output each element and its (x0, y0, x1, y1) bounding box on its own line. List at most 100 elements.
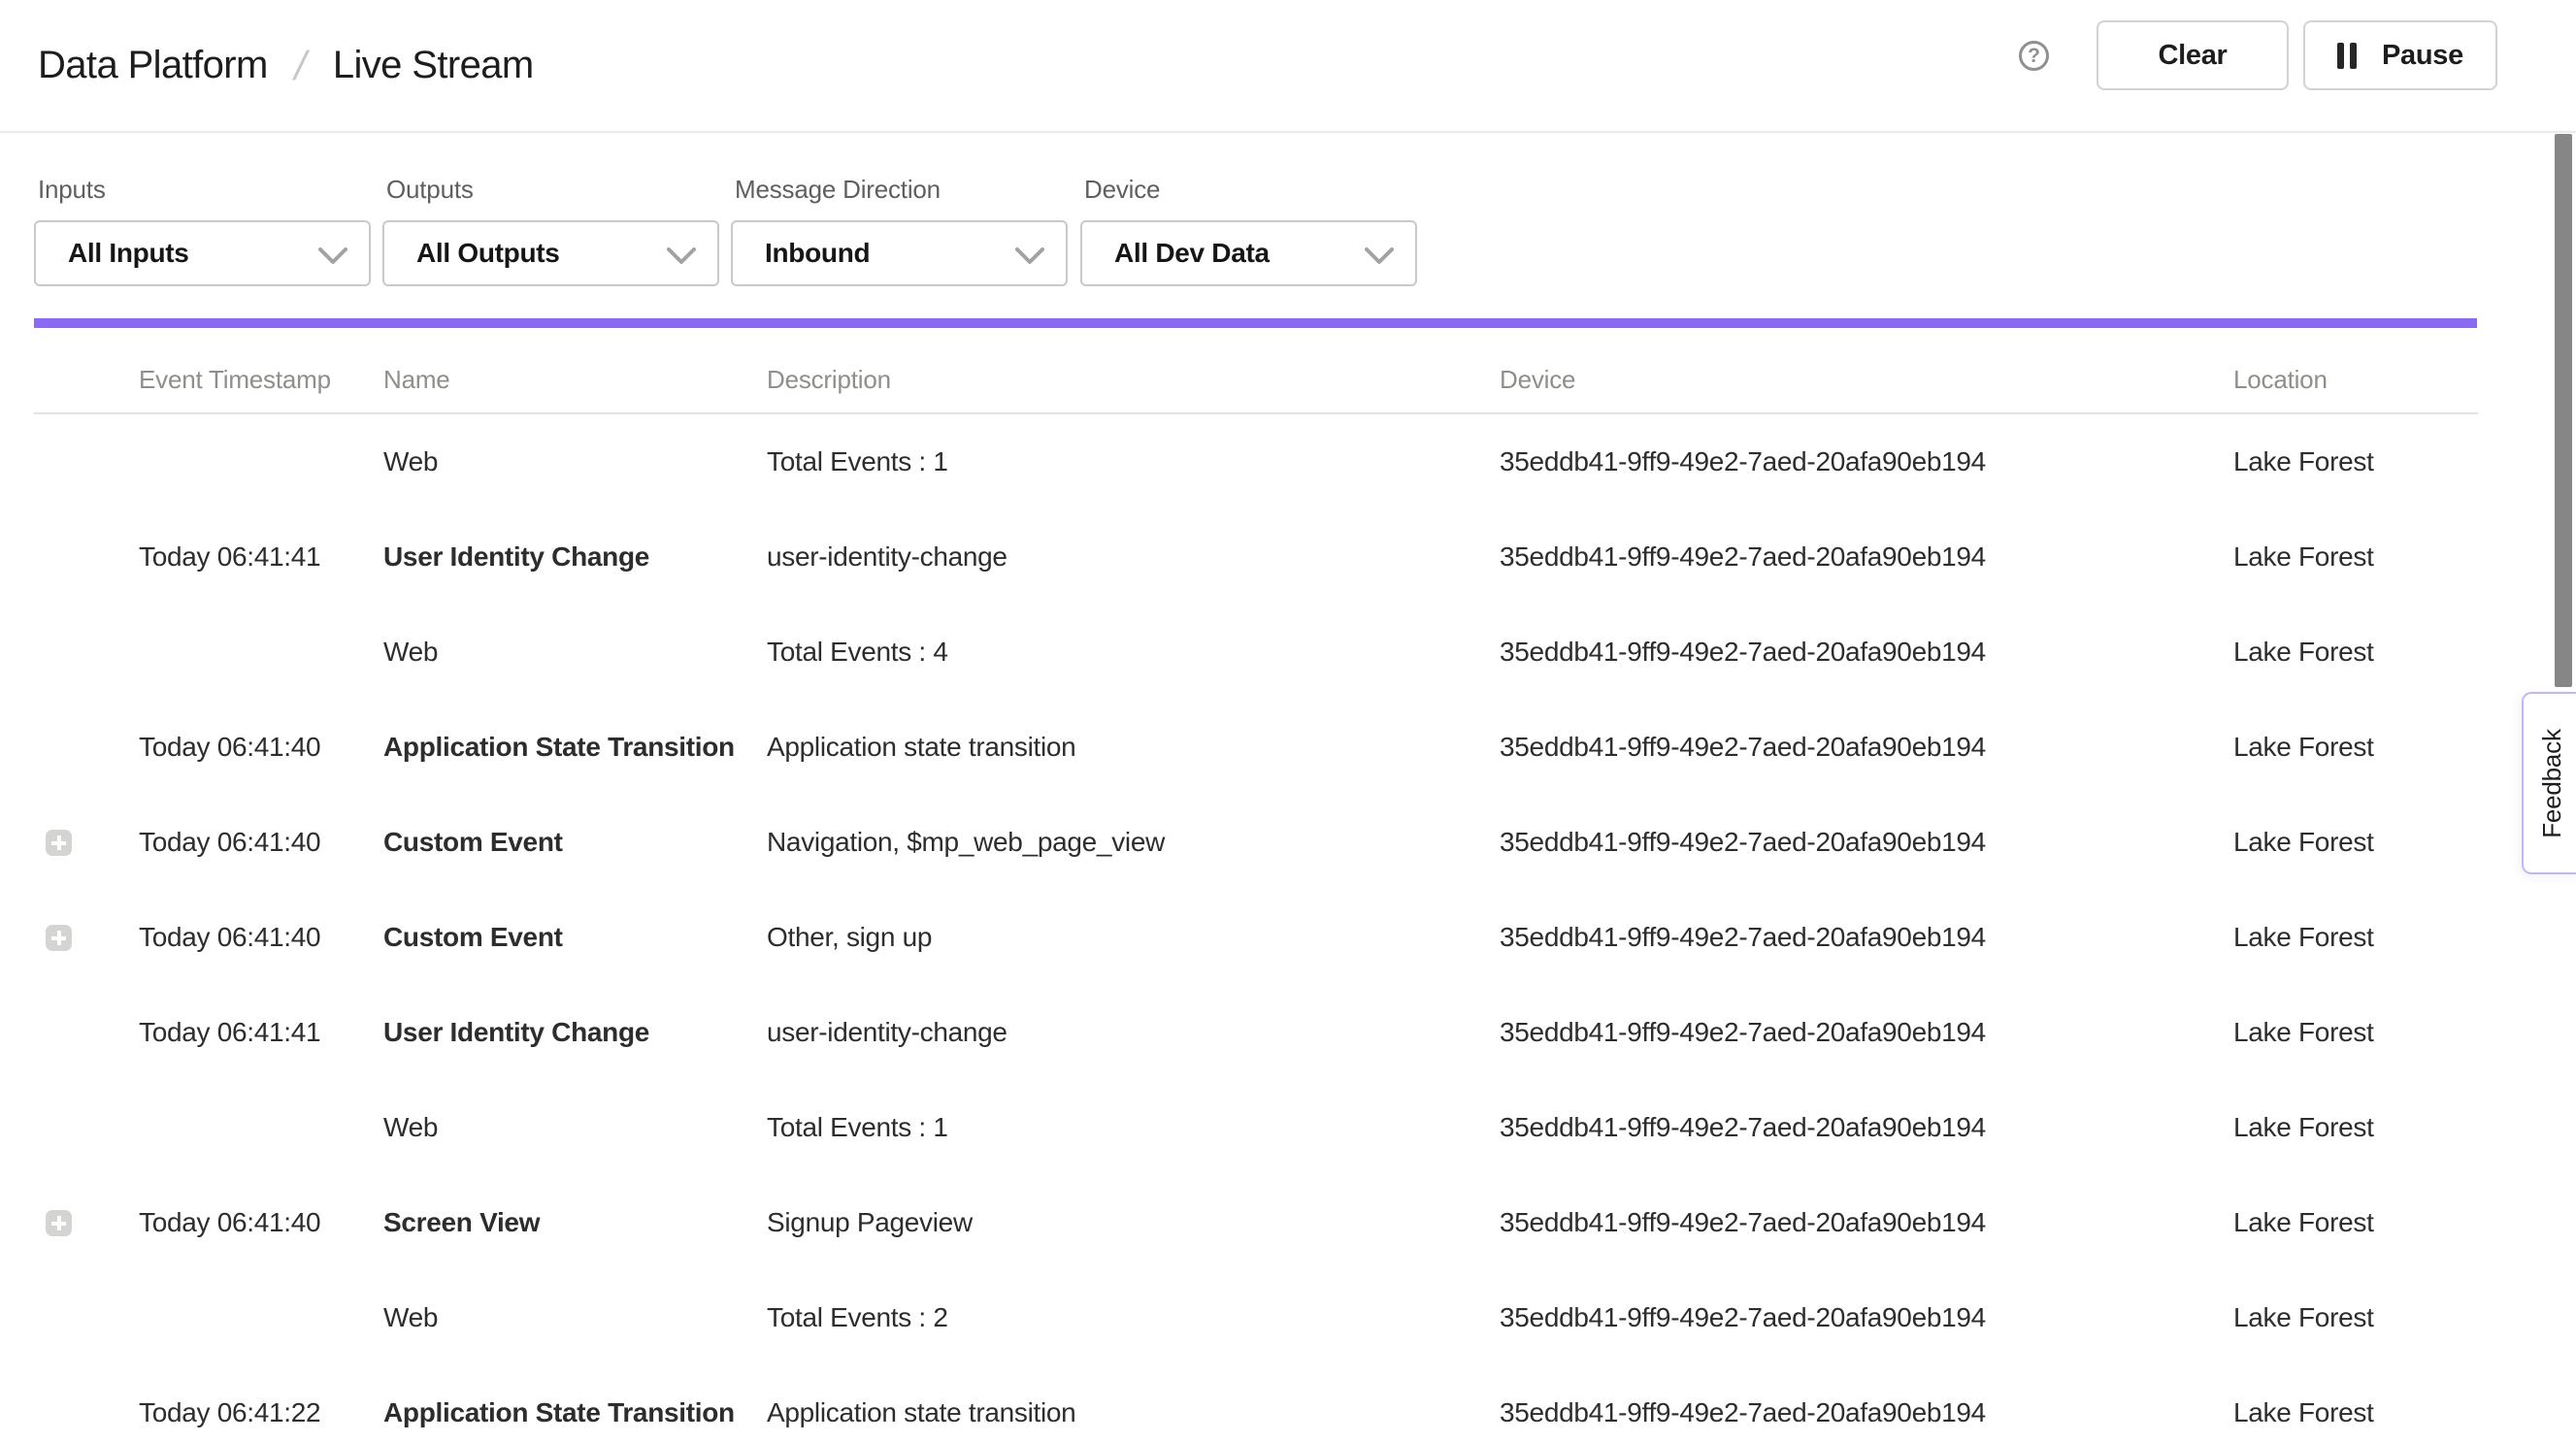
clear-button-label: Clear (2158, 40, 2227, 72)
message-direction-dropdown-value: Inbound (765, 238, 870, 269)
row-description: Total Events : 1 (767, 1080, 948, 1175)
col-header-location: Location (2233, 365, 2328, 395)
row-name: User Identity Change (383, 985, 649, 1080)
row-device: 35eddb41-9ff9-49e2-7aed-20afa90eb194 (1500, 414, 1986, 509)
breadcrumb-section[interactable]: Data Platform (38, 44, 268, 87)
table-row[interactable]: Web Total Events : 1 35eddb41-9ff9-49e2-… (0, 1080, 2481, 1175)
expand-row-button[interactable] (46, 1210, 72, 1236)
breadcrumb-separator: / (290, 43, 311, 89)
inputs-dropdown[interactable]: All Inputs (34, 220, 371, 286)
table-row[interactable]: Web Total Events : 1 35eddb41-9ff9-49e2-… (0, 414, 2481, 509)
row-device: 35eddb41-9ff9-49e2-7aed-20afa90eb194 (1500, 1270, 1986, 1365)
table-row[interactable]: Today 06:41:40 Custom Event Other, sign … (0, 890, 2481, 985)
feedback-tab-label: Feedback (2537, 729, 2567, 838)
row-location: Lake Forest (2233, 890, 2374, 985)
row-device: 35eddb41-9ff9-49e2-7aed-20afa90eb194 (1500, 1175, 1986, 1270)
help-icon-glyph: ? (2028, 45, 2040, 68)
device-dropdown-value: All Dev Data (1114, 238, 1270, 269)
inputs-dropdown-value: All Inputs (68, 238, 189, 269)
row-location: Lake Forest (2233, 509, 2374, 605)
message-direction-dropdown[interactable]: Inbound (731, 220, 1068, 286)
col-header-description: Description (767, 365, 891, 395)
row-device: 35eddb41-9ff9-49e2-7aed-20afa90eb194 (1500, 1365, 1986, 1442)
row-name: Custom Event (383, 890, 563, 985)
expand-row-button[interactable] (46, 830, 72, 856)
chevron-down-icon (667, 247, 696, 265)
row-name: Web (383, 414, 438, 509)
row-timestamp: Today 06:41:40 (139, 890, 320, 985)
pause-button[interactable]: Pause (2303, 20, 2497, 90)
row-description: Total Events : 4 (767, 605, 948, 700)
row-location: Lake Forest (2233, 605, 2374, 700)
stream-accent-bar (34, 318, 2477, 328)
row-device: 35eddb41-9ff9-49e2-7aed-20afa90eb194 (1500, 1080, 1986, 1175)
row-location: Lake Forest (2233, 1080, 2374, 1175)
row-name: Custom Event (383, 795, 563, 890)
row-device: 35eddb41-9ff9-49e2-7aed-20afa90eb194 (1500, 605, 1986, 700)
table-row[interactable]: Today 06:41:40 Screen View Signup Pagevi… (0, 1175, 2481, 1270)
pause-icon (2337, 43, 2357, 69)
filter-device-label: Device (1084, 175, 1160, 205)
row-location: Lake Forest (2233, 700, 2374, 795)
outputs-dropdown[interactable]: All Outputs (382, 220, 719, 286)
event-stream-table: Web Total Events : 1 35eddb41-9ff9-49e2-… (0, 414, 2576, 1442)
col-header-event-timestamp: Event Timestamp (139, 365, 331, 395)
device-dropdown[interactable]: All Dev Data (1080, 220, 1417, 286)
row-description: Application state transition (767, 1365, 1075, 1442)
row-timestamp: Today 06:41:41 (139, 509, 320, 605)
row-device: 35eddb41-9ff9-49e2-7aed-20afa90eb194 (1500, 700, 1986, 795)
row-timestamp: Today 06:41:40 (139, 1175, 320, 1270)
row-description: Signup Pageview (767, 1175, 973, 1270)
row-timestamp: Today 06:41:22 (139, 1365, 320, 1442)
table-row[interactable]: Today 06:41:41 User Identity Change user… (0, 985, 2481, 1080)
feedback-tab[interactable]: Feedback (2522, 692, 2576, 874)
row-timestamp: Today 06:41:41 (139, 985, 320, 1080)
row-name: Application State Transition (383, 1365, 735, 1442)
row-name: Application State Transition (383, 700, 735, 795)
table-row[interactable]: Today 06:41:41 User Identity Change user… (0, 509, 2481, 605)
row-name: User Identity Change (383, 509, 649, 605)
row-device: 35eddb41-9ff9-49e2-7aed-20afa90eb194 (1500, 509, 1986, 605)
row-location: Lake Forest (2233, 985, 2374, 1080)
row-location: Lake Forest (2233, 1175, 2374, 1270)
table-row[interactable]: Today 06:41:40 Application State Transit… (0, 700, 2481, 795)
row-description: user-identity-change (767, 985, 1007, 1080)
row-description: Application state transition (767, 700, 1075, 795)
filter-inputs: Inputs All Inputs (38, 175, 106, 205)
table-row[interactable]: Web Total Events : 2 35eddb41-9ff9-49e2-… (0, 1270, 2481, 1365)
expand-row-button[interactable] (46, 925, 72, 951)
vertical-scrollbar[interactable] (2555, 134, 2572, 687)
clear-button[interactable]: Clear (2097, 20, 2289, 90)
row-description: user-identity-change (767, 509, 1007, 605)
breadcrumb: Data Platform / Live Stream (38, 0, 534, 131)
filter-device: Device All Dev Data (1084, 175, 1160, 205)
row-device: 35eddb41-9ff9-49e2-7aed-20afa90eb194 (1500, 890, 1986, 985)
row-timestamp: Today 06:41:40 (139, 700, 320, 795)
filter-message-direction-label: Message Direction (735, 175, 941, 205)
table-header: Event Timestamp Name Description Device … (0, 365, 2576, 413)
filter-outputs: Outputs All Outputs (386, 175, 474, 205)
row-name: Web (383, 1080, 438, 1175)
table-row[interactable]: Web Total Events : 4 35eddb41-9ff9-49e2-… (0, 605, 2481, 700)
page-header: Data Platform / Live Stream ? Clear Paus… (0, 0, 2576, 133)
outputs-dropdown-value: All Outputs (416, 238, 560, 269)
row-location: Lake Forest (2233, 795, 2374, 890)
row-name: Web (383, 1270, 438, 1365)
row-name: Screen View (383, 1175, 540, 1270)
help-icon[interactable]: ? (2019, 41, 2049, 71)
chevron-down-icon (1015, 247, 1044, 265)
row-description: Total Events : 2 (767, 1270, 948, 1365)
chevron-down-icon (318, 247, 347, 265)
chevron-down-icon (1365, 247, 1394, 265)
filter-inputs-label: Inputs (38, 175, 106, 205)
col-header-device: Device (1500, 365, 1575, 395)
row-description: Navigation, $mp_web_page_view (767, 795, 1165, 890)
page-title: Live Stream (333, 44, 534, 87)
row-device: 35eddb41-9ff9-49e2-7aed-20afa90eb194 (1500, 795, 1986, 890)
table-row[interactable]: Today 06:41:40 Custom Event Navigation, … (0, 795, 2481, 890)
filter-message-direction: Message Direction Inbound (735, 175, 941, 205)
pause-button-label: Pause (2382, 40, 2463, 72)
table-row[interactable]: Today 06:41:22 Application State Transit… (0, 1365, 2481, 1442)
row-location: Lake Forest (2233, 414, 2374, 509)
filter-outputs-label: Outputs (386, 175, 474, 205)
